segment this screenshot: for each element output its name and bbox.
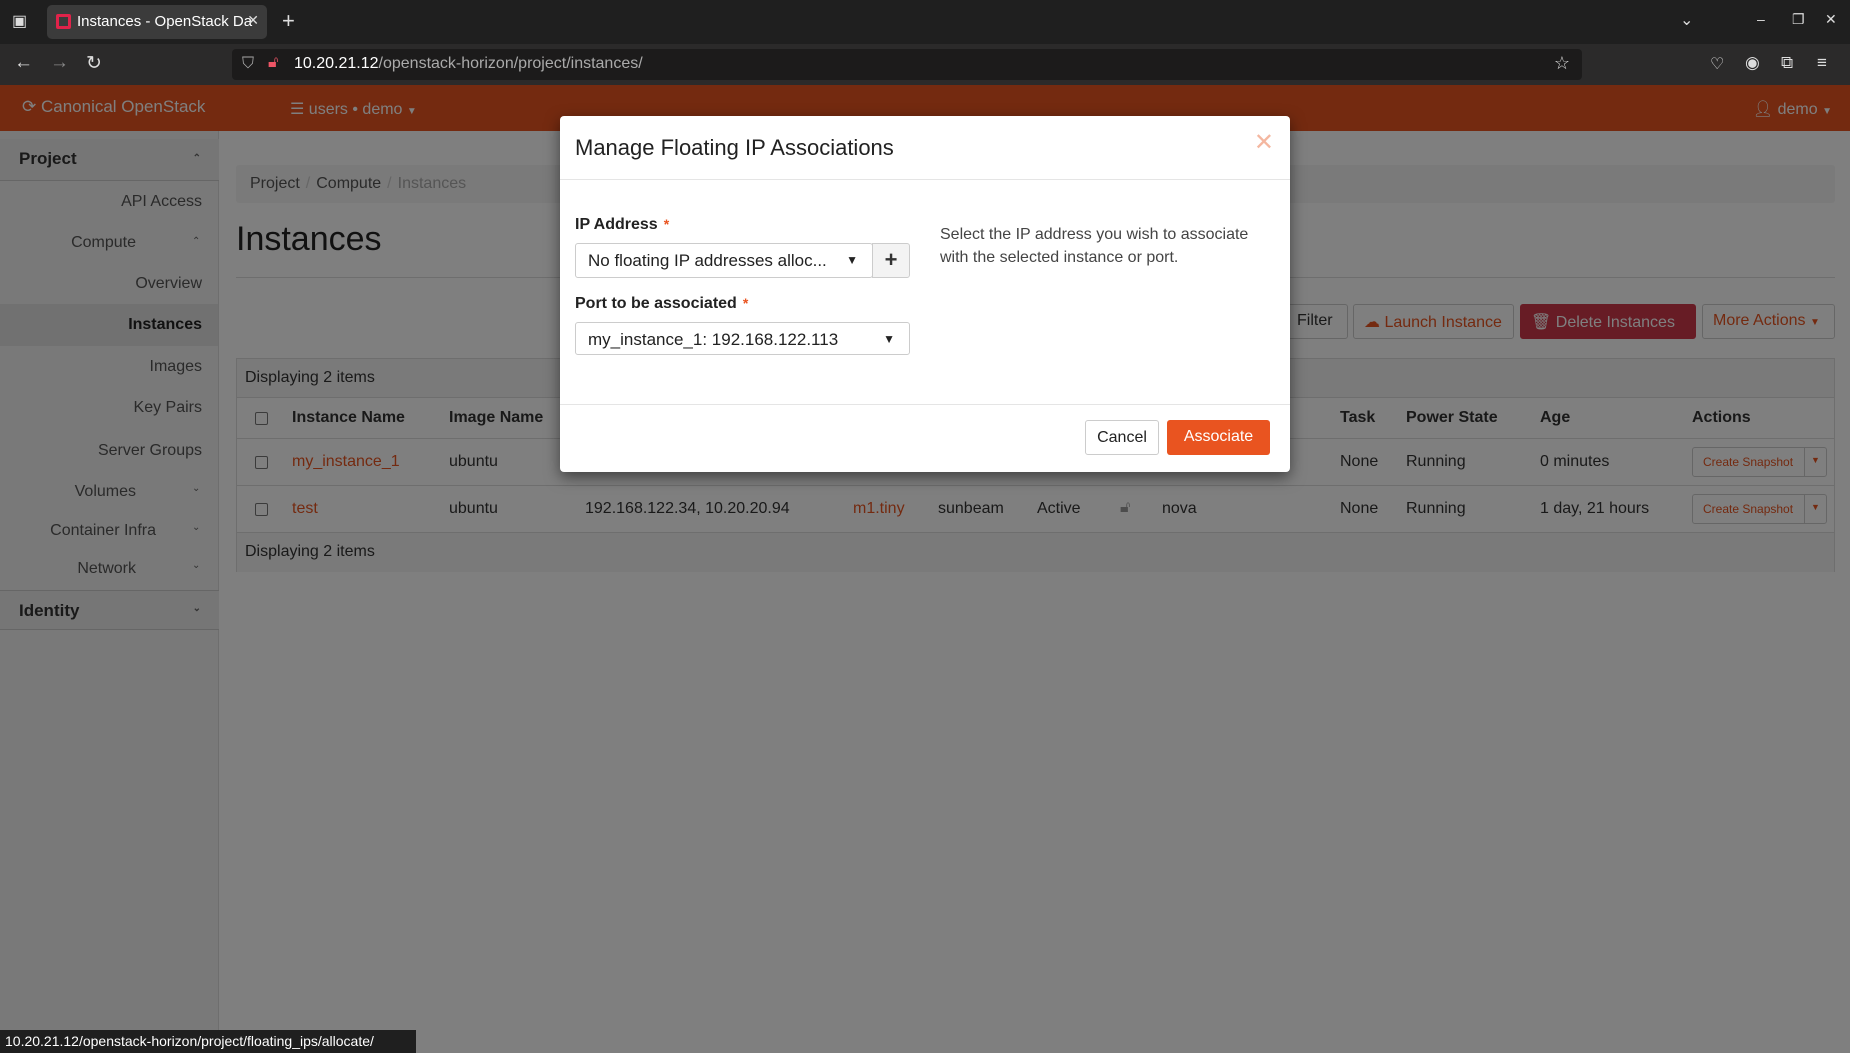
caret-down-icon: ▼ [846,253,858,267]
tab-list-icon[interactable]: ▣ [12,11,27,31]
close-window-icon[interactable]: ✕ [1825,11,1837,28]
browser-tab-bar: ▣ Instances - OpenStack Da ✕ + ⌄ – ❐ ✕ [0,0,1850,44]
chevron-down-icon[interactable]: ⌄ [1680,10,1693,30]
insecure-lock-icon[interactable]: 🔓︎ [268,54,278,72]
ip-address-label: IP Address * [575,216,669,234]
associate-button[interactable]: Associate [1167,420,1270,455]
account-icon[interactable]: ◉ [1745,53,1760,73]
port-label: Port to be associated * [575,295,748,313]
openstack-favicon-icon [56,14,71,29]
pocket-icon[interactable]: ♡ [1710,54,1724,74]
close-tab-icon[interactable]: ✕ [247,12,259,29]
forward-icon[interactable]: → [50,52,69,74]
minimize-icon[interactable]: – [1757,11,1765,27]
port-value: my_instance_1: 192.168.122.113 [588,330,839,349]
allocate-ip-plus-button[interactable]: + [872,243,910,278]
url-input[interactable]: ⛉ 🔓︎ 10.20.21.12/openstack-horizon/proje… [232,49,1582,80]
bookmark-star-icon[interactable]: ☆ [1554,53,1570,74]
restore-icon[interactable]: ❐ [1792,11,1805,28]
extensions-icon[interactable]: ⧉ [1781,53,1793,73]
new-tab-icon[interactable]: + [282,8,295,34]
browser-tab[interactable]: Instances - OpenStack Da ✕ [47,5,267,39]
divider [560,404,1290,405]
back-icon[interactable]: ← [14,52,33,74]
tab-title: Instances - OpenStack Da [77,13,253,30]
menu-icon[interactable]: ≡ [1817,53,1827,73]
url-path: /openstack-horizon/project/instances/ [378,55,643,72]
port-label-text: Port to be associated [575,295,737,312]
required-asterisk: * [742,295,749,311]
cancel-button[interactable]: Cancel [1085,420,1159,455]
caret-down-icon: ▼ [883,332,895,346]
link-status-bar: 10.20.21.12/openstack-horizon/project/fl… [0,1030,416,1053]
reload-icon[interactable]: ↻ [86,52,102,75]
port-select[interactable]: my_instance_1: 192.168.122.113 ▼ [575,322,910,355]
ip-address-value: No floating IP addresses alloc... [588,251,827,270]
divider [560,179,1290,180]
help-text: Select the IP address you wish to associ… [940,226,1249,266]
modal-title: Manage Floating IP Associations [575,135,894,160]
ip-address-select[interactable]: No floating IP addresses alloc... ▼ [575,243,873,278]
close-icon[interactable]: ✕ [1254,128,1274,157]
ip-address-label-text: IP Address [575,216,658,233]
floating-ip-modal: Manage Floating IP Associations ✕ IP Add… [560,116,1290,472]
navigation-bar: ← → ↻ ⛉ 🔓︎ 10.20.21.12/openstack-horizon… [0,44,1850,85]
required-asterisk: * [663,216,670,232]
shield-icon[interactable]: ⛉ [242,55,254,73]
url-host: 10.20.21.12 [294,55,379,72]
